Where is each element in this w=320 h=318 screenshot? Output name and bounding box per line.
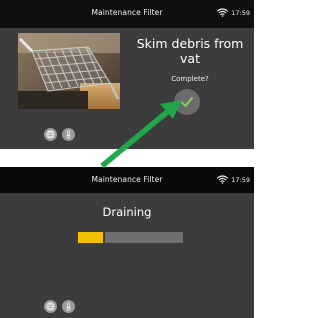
progress-divider	[103, 232, 106, 243]
clock: 17:59	[231, 8, 250, 17]
draining-screen: Maintenance Filter 17:59 Draining	[0, 167, 254, 318]
status-bar: Maintenance Filter 17:59	[0, 167, 254, 193]
checkmark-icon	[181, 97, 193, 107]
globe-icon	[46, 130, 55, 139]
status-title: Draining	[102, 205, 152, 219]
progress-fill	[78, 232, 104, 243]
bottom-toolbar	[44, 128, 75, 141]
language-button[interactable]	[44, 300, 57, 313]
wifi-icon	[217, 8, 229, 17]
step-instruction: Skim debris from vat	[136, 36, 244, 66]
confirm-prompt: Complete?	[171, 75, 209, 83]
bottom-toolbar	[44, 300, 75, 313]
status-indicators: 17:59	[217, 175, 250, 184]
confirm-button[interactable]	[174, 89, 200, 115]
status-bar: Maintenance Filter 17:59	[0, 0, 254, 28]
wifi-icon	[217, 175, 229, 184]
fryer-basket-photo	[18, 33, 120, 109]
thermometer-icon	[66, 130, 71, 139]
screen-title: Maintenance Filter	[91, 175, 163, 184]
clock: 17:59	[231, 175, 250, 184]
screen-title: Maintenance Filter	[91, 8, 163, 17]
instruction-photo	[18, 33, 120, 109]
filter-step-screen: Maintenance Filter 17:59 Skim debris fro…	[0, 0, 254, 149]
status-indicators: 17:59	[217, 8, 250, 17]
language-button[interactable]	[44, 128, 57, 141]
thermometer-icon	[66, 302, 71, 311]
drain-progress-bar	[78, 232, 183, 243]
globe-icon	[46, 302, 55, 311]
temperature-button[interactable]	[62, 300, 75, 313]
temperature-button[interactable]	[62, 128, 75, 141]
